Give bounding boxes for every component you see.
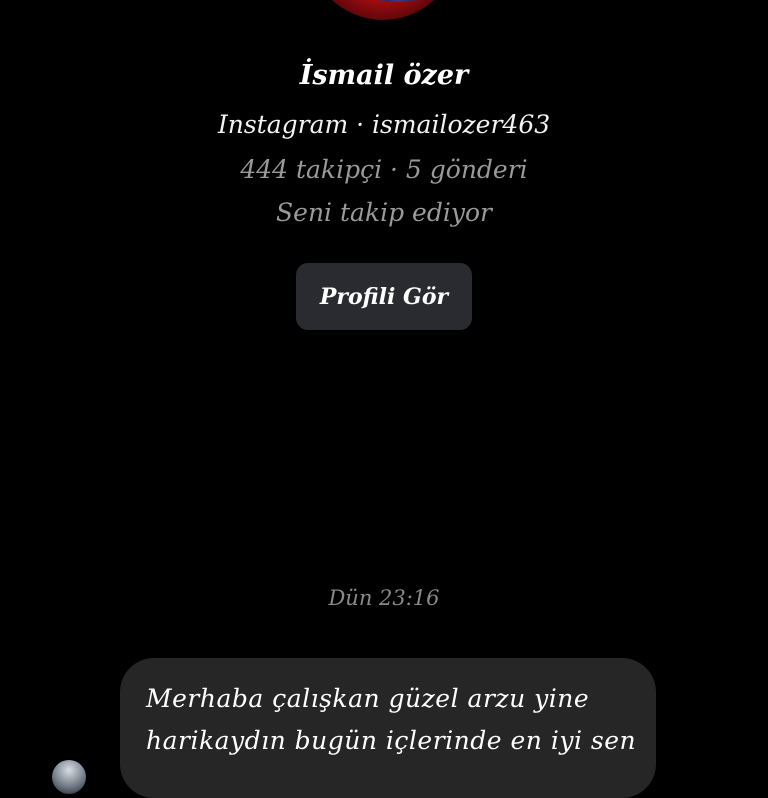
view-profile-button[interactable]: Profili Gör <box>296 263 472 330</box>
profile-name: İsmail özer <box>299 60 469 91</box>
avatar-highlight <box>378 0 428 2</box>
message-text-line: harikaydın bugün içlerinde en iyi sen <box>146 726 637 755</box>
profile-handle: Instagram · ismailozer463 <box>217 110 551 139</box>
sender-avatar[interactable] <box>52 760 86 794</box>
message-timestamp: Dün 23:16 <box>328 586 440 610</box>
follow-status: Seni takip ediyor <box>276 198 492 227</box>
message-bubble[interactable]: Merhaba çalışkan güzel arzu yine harikay… <box>120 658 656 798</box>
message-text-line: Merhaba çalışkan güzel arzu yine <box>146 684 590 713</box>
profile-avatar[interactable] <box>308 0 458 20</box>
profile-stats: 444 takipçi · 5 gönderi <box>240 155 528 184</box>
